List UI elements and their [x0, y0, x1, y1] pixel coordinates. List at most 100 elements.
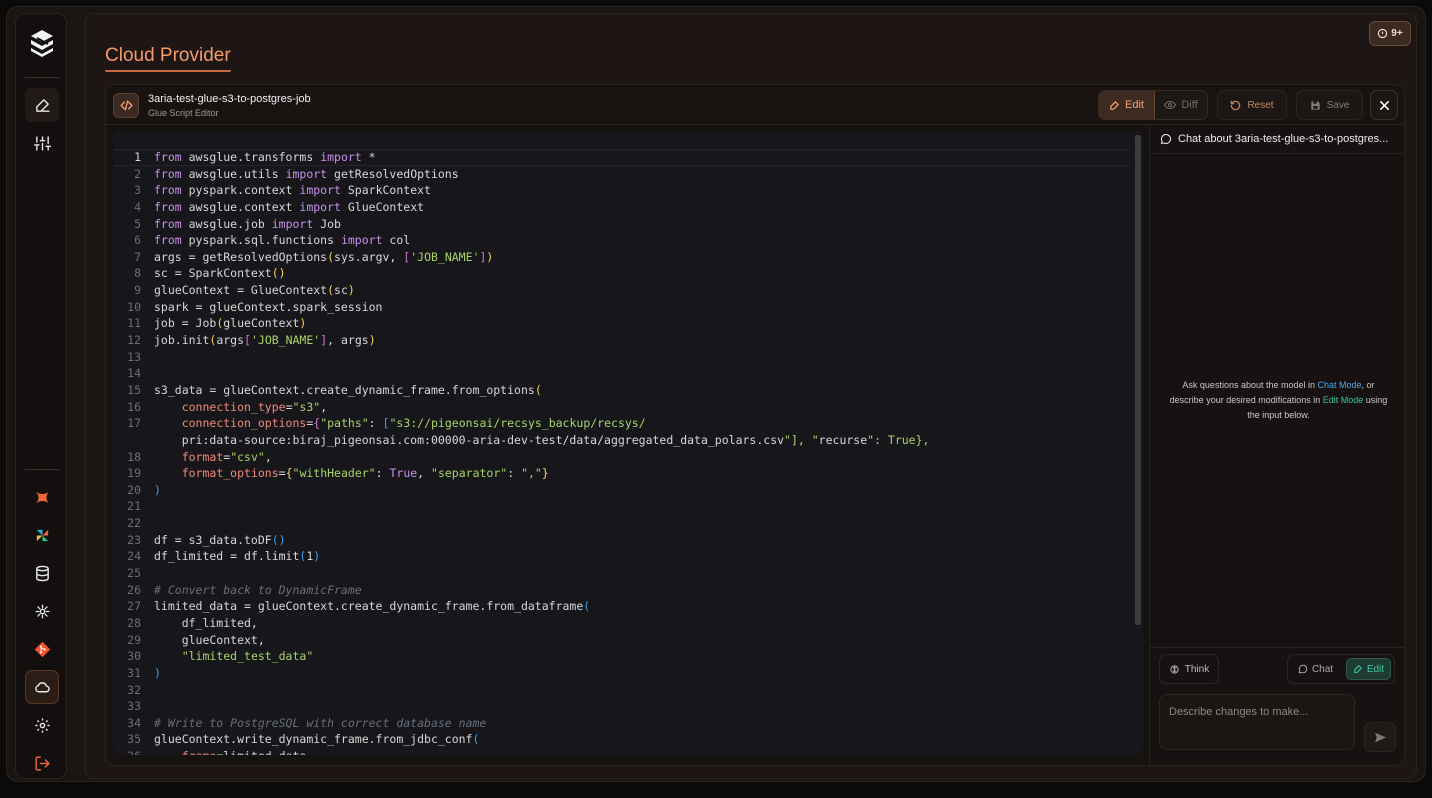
line-number: 29	[127, 632, 141, 647]
sidebar	[15, 13, 67, 779]
code-line: 2 from awsglue.utils import getResolvedOp…	[113, 166, 929, 183]
code-text: )	[154, 482, 161, 497]
code-text: connection_type="s3",	[181, 399, 328, 414]
notification-count: 9+	[1391, 28, 1403, 39]
sidebar-item-airflow[interactable]	[25, 518, 59, 552]
code-line: 26 # Convert back to DynamicFrame	[113, 582, 929, 599]
app-window: Cloud Provider 9+ 3aria-test-glue-s3-to-…	[6, 6, 1426, 782]
code-editor[interactable]: 1 from awsglue.transforms import * 2 from a…	[113, 131, 1143, 755]
line-number: 23	[127, 532, 141, 547]
code-line: 24 df_limited = df.limit(1)	[113, 548, 929, 565]
code-line: 20)	[113, 482, 929, 499]
code-text: df_limited = df.limit(1)	[154, 549, 321, 564]
line-number: 35	[127, 732, 141, 747]
code-line: 10 spark = glueContext.spark_session	[113, 299, 929, 316]
line-number: 26	[127, 582, 141, 597]
send-button[interactable]	[1364, 722, 1396, 752]
close-button[interactable]	[1370, 90, 1398, 120]
chat-input[interactable]	[1159, 694, 1355, 750]
line-number: 34	[127, 715, 141, 730]
line-number: 3	[134, 183, 141, 198]
page-title: Cloud Provider	[105, 45, 231, 66]
sidebar-item-logout[interactable]	[25, 746, 59, 780]
chat-empty-state: Ask questions about the model in Chat Mo…	[1166, 378, 1391, 423]
editor-header: 3aria-test-glue-s3-to-postgres-job Glue …	[106, 85, 1404, 125]
chat-panel: Chat about 3aria-test-glue-s3-to-postgre…	[1149, 125, 1404, 765]
edit-mode-link[interactable]: Edit Mode	[1323, 395, 1364, 405]
code-text: glueContext.write_dynamic_frame.from_jdb…	[154, 732, 480, 747]
code-line: 30 "limited_test_data"	[113, 648, 929, 665]
sidebar-item-tool-x[interactable]	[25, 480, 59, 514]
sidebar-item-edit[interactable]	[25, 88, 59, 122]
edit-mode-button[interactable]: Edit	[1099, 91, 1155, 119]
code-text: glueContext = GlueContext(sc)	[154, 283, 355, 298]
line-number: 17	[127, 416, 141, 431]
sidebar-item-database[interactable]	[25, 556, 59, 590]
code-line: 7 args = getResolvedOptions(sys.argv, ['J…	[113, 249, 929, 266]
cloud-icon	[34, 681, 50, 692]
editor-scrollbar[interactable]	[1135, 135, 1141, 625]
line-number: 7	[134, 249, 141, 264]
line-number: 5	[134, 216, 141, 231]
code-line: 32	[113, 682, 929, 699]
code-text: )	[154, 665, 161, 680]
code-line: 3 from pyspark.context import SparkContex…	[113, 182, 929, 199]
notifications-button[interactable]: 9+	[1369, 21, 1411, 46]
code-line: 23 df = s3_data.toDF()	[113, 532, 929, 549]
think-label: Think	[1184, 663, 1210, 675]
code-line: 33	[113, 698, 929, 715]
code-text: format="csv",	[181, 449, 272, 464]
line-number: 4	[134, 199, 141, 214]
code-text: limited_data = glueContext.create_dynami…	[154, 599, 591, 614]
code-text: pri:data-source:biraj_pigeonsai.com:0000…	[154, 432, 930, 447]
sidebar-item-cloud[interactable]	[25, 670, 59, 704]
code-line: 27 limited_data = glueContext.create_dyna…	[113, 598, 929, 615]
save-button[interactable]: Save	[1296, 90, 1363, 120]
line-number: 6	[134, 233, 141, 248]
line-number: 25	[127, 566, 141, 581]
logout-icon	[34, 755, 50, 771]
reset-button[interactable]: Reset	[1217, 90, 1287, 120]
line-number: 28	[127, 615, 141, 630]
code-line: 15 s3_data = glueContext.create_dynamic_f…	[113, 382, 929, 399]
code-line: 5 from awsglue.job import Job	[113, 216, 929, 233]
script-editor-card: 3aria-test-glue-s3-to-postgres-job Glue …	[105, 84, 1405, 766]
edit-label: Edit	[1125, 99, 1144, 111]
line-number: 8	[134, 266, 141, 281]
app-logo-icon[interactable]	[28, 28, 56, 58]
line-number: 14	[127, 366, 141, 381]
line-number: 31	[127, 665, 141, 680]
code-line: 9 glueContext = GlueContext(sc)	[113, 282, 929, 299]
code-line: 8 sc = SparkContext()	[113, 265, 929, 282]
code-text: args = getResolvedOptions(sys.argv, ['JO…	[154, 249, 494, 264]
eye-icon	[1164, 100, 1177, 110]
send-icon	[1374, 732, 1386, 742]
code-line: 13	[113, 349, 929, 366]
think-button[interactable]: Think	[1159, 654, 1219, 684]
code-text: from awsglue.transforms import *	[154, 150, 376, 164]
code-text: glueContext,	[154, 632, 265, 647]
diff-mode-button[interactable]: Diff	[1155, 91, 1207, 119]
chat-mode-link[interactable]: Chat Mode	[1318, 380, 1362, 390]
code-text: sc = SparkContext()	[154, 266, 286, 281]
line-number: 11	[127, 316, 141, 331]
sidebar-item-settings[interactable]	[25, 708, 59, 742]
edit-mode-active-button[interactable]: Edit	[1346, 658, 1391, 680]
chat-mode-button[interactable]: Chat	[1288, 655, 1343, 683]
chat-bubble-icon	[1160, 134, 1172, 145]
code-line: 1 from awsglue.transforms import *	[113, 149, 929, 166]
sidebar-item-network[interactable]	[25, 594, 59, 628]
sidebar-item-git[interactable]	[25, 632, 59, 666]
code-line: 22	[113, 515, 929, 532]
code-text: format_options={"withHeader": True, "sep…	[181, 466, 549, 481]
sliders-icon	[33, 135, 51, 151]
code-line: 18 format="csv",	[113, 449, 929, 466]
chat-title: Chat about 3aria-test-glue-s3-to-postgre…	[1178, 133, 1389, 145]
code-text: from pyspark.sql.functions import col	[154, 233, 411, 248]
edit-icon	[1110, 100, 1119, 110]
sidebar-item-sliders[interactable]	[25, 126, 59, 160]
line-number: 1	[134, 150, 141, 164]
pinwheel-icon	[36, 529, 48, 541]
code-icon	[119, 100, 133, 111]
